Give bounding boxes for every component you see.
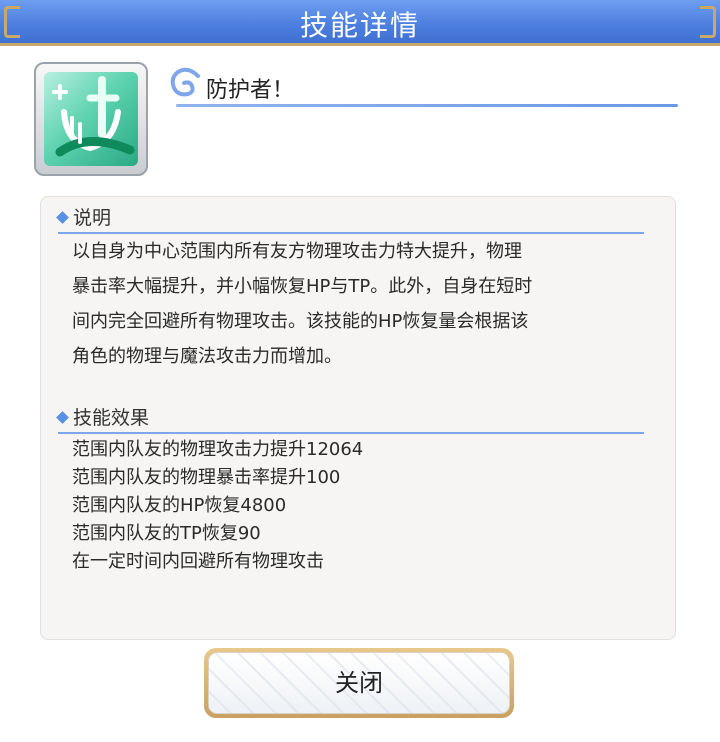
diamond-bullet-icon: [56, 211, 69, 224]
dialog-title: 技能详情: [299, 9, 420, 42]
effects-heading-label: 技能效果: [73, 407, 150, 429]
description-line: 暴击率大幅提升，并小幅恢复HP与TP。此外，自身在短时: [72, 276, 533, 297]
description-line: 角色的物理与魔法攻击力而增加。: [72, 346, 342, 367]
effect-item: 范围内队友的物理攻击力提升12064: [72, 439, 364, 460]
effects-list: 范围内队友的物理攻击力提升12064 范围内队友的物理暴击率提升100 范围内队…: [72, 436, 363, 576]
effect-item: 范围内队友的TP恢复90: [72, 523, 261, 544]
description-heading: 说明: [56, 203, 112, 230]
skill-name: 防护者！: [206, 78, 295, 103]
description-heading-label: 说明: [73, 207, 112, 229]
description-text: 以自身为中心范围内所有友方物理攻击力特大提升，物理 暴击率大幅提升，并小幅恢复H…: [72, 234, 646, 374]
close-button[interactable]: 关闭: [204, 648, 514, 718]
effect-item: 范围内队友的HP恢复4800: [72, 495, 287, 516]
diamond-bullet-icon: [56, 411, 69, 424]
effects-heading: 技能效果: [56, 403, 150, 430]
skill-name-underline: [176, 104, 678, 107]
skill-icon: [44, 72, 138, 166]
effect-item: 在一定时间内回避所有物理攻击: [72, 551, 324, 572]
dialog-header: 技能详情: [0, 0, 720, 46]
close-button-label: 关闭: [208, 652, 510, 714]
description-line: 间内完全回避所有物理攻击。该技能的HP恢复量会根据该: [72, 311, 529, 332]
header-ornament-right: [700, 6, 716, 38]
description-line: 以自身为中心范围内所有友方物理攻击力特大提升，物理: [72, 241, 522, 262]
skill-icon-frame: [34, 62, 148, 176]
effect-item: 范围内队友的物理暴击率提升100: [72, 467, 341, 488]
effects-divider: [58, 432, 644, 434]
title-swirl-icon: [170, 67, 200, 97]
skill-detail-dialog: 技能详情 防护者！ 说明 以自身为中心范围内所有友方物理攻击力特大提升，物理 暴…: [0, 0, 720, 742]
